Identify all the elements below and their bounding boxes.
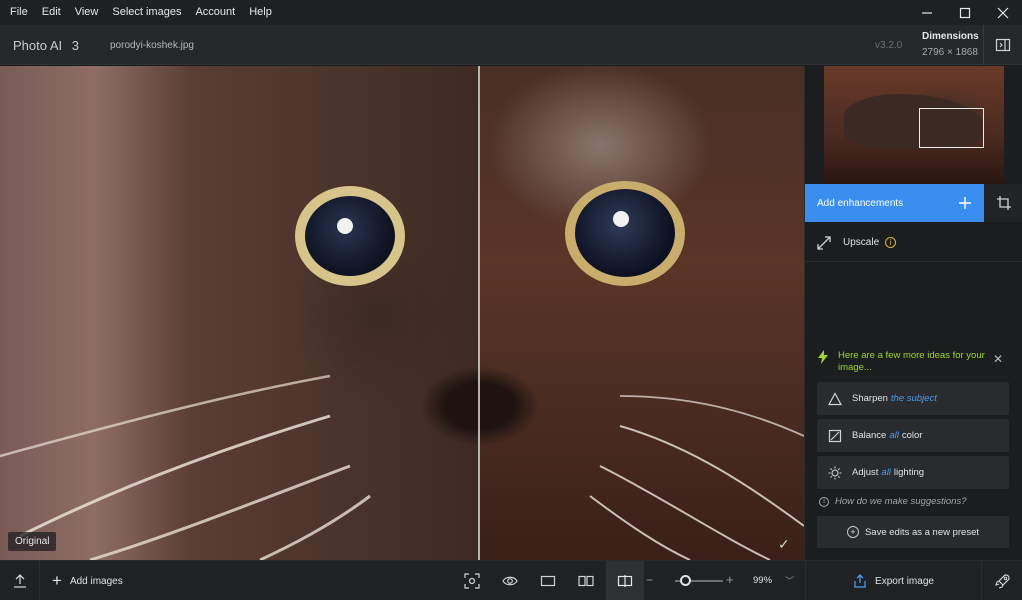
add-enhancements-label: Add enhancements (817, 197, 904, 209)
app-title-version: 3 (71, 38, 80, 53)
single-view-button[interactable] (529, 561, 567, 600)
panel-toggle-button[interactable] (983, 25, 1022, 65)
side-by-side-icon (578, 575, 594, 587)
menu-bar: File Edit View Select images Account Hel… (0, 0, 1022, 25)
plus-icon: + (52, 571, 62, 590)
crop-icon (996, 196, 1011, 210)
sun-icon (828, 466, 842, 480)
ideas-close-icon[interactable]: ✕ (993, 352, 1003, 366)
zoom-value[interactable]: 99% (753, 575, 772, 586)
close-icon (997, 7, 1009, 18)
expand-arrows-icon (817, 235, 831, 250)
right-panel: Add enhancements Upscale i Here are a fe… (804, 66, 1022, 560)
minimize-icon (922, 11, 932, 14)
menu-select-images[interactable]: Select images (105, 0, 188, 25)
plus-circle-icon: + (846, 526, 859, 538)
export-image-button[interactable]: Export image (805, 561, 982, 600)
preview-toggle-button[interactable] (491, 561, 529, 600)
original-badge: Original (8, 532, 57, 551)
zoom-in-icon[interactable]: + (726, 572, 734, 587)
suggestion-verb: Balance (852, 430, 887, 441)
minimize-button[interactable] (908, 0, 946, 25)
dimensions-value: 2796 × 1868 (922, 47, 978, 58)
cat-whiskers (0, 374, 804, 560)
crop-button[interactable] (984, 184, 1022, 222)
suggestion-balance[interactable]: Balance all color (817, 419, 1009, 452)
upscale-label: Upscale (843, 237, 880, 248)
menu-view[interactable]: View (68, 0, 106, 25)
eye-icon (502, 576, 518, 586)
plus-icon (959, 197, 971, 209)
ideas-text: Here are a few more ideas for your image… (838, 350, 985, 373)
menu-account[interactable]: Account (188, 0, 242, 25)
zoom-out-icon[interactable]: − (646, 573, 653, 587)
how-suggestions-text: How do we make suggestions? (835, 496, 967, 507)
export-icon (854, 574, 866, 588)
add-images-button[interactable]: + Add images (52, 561, 123, 600)
upload-button[interactable] (0, 561, 40, 600)
save-preset-button[interactable]: + Save edits as a new preset (817, 516, 1009, 548)
upload-icon (13, 574, 26, 588)
select-subject-button[interactable] (453, 561, 491, 600)
single-view-icon (540, 575, 556, 587)
suggestion-lighting[interactable]: Adjust all lighting (817, 456, 1009, 489)
info-icon: i (819, 496, 829, 507)
export-image-label: Export image (875, 575, 934, 587)
app-title-name: Photo AI (13, 38, 63, 53)
navigator-viewport-box[interactable] (919, 108, 984, 148)
chevron-down-icon[interactable]: ﹀ (785, 574, 794, 587)
suggestion-highlight: the subject (890, 393, 937, 404)
add-images-label: Add images (69, 575, 123, 587)
rocket-icon (994, 574, 1010, 589)
app-header: Photo AI 3 porodyi-koshek.jpg v3.2.0 Dim… (0, 25, 1022, 65)
suggestion-rest: lighting (893, 467, 925, 478)
bottom-toolbar: + Add images − + 99% ﹀ Export image (0, 560, 1022, 600)
panel-toggle-icon (995, 38, 1011, 52)
suggestion-highlight: all (881, 467, 891, 478)
split-view-button[interactable] (606, 561, 644, 600)
suggestion-highlight: all (889, 430, 899, 441)
suggestion-verb: Sharpen (852, 393, 888, 404)
triangle-icon (828, 391, 842, 406)
image-canvas[interactable]: Original ✓ (0, 66, 804, 560)
dimensions-label: Dimensions (922, 31, 979, 42)
focus-frame-icon (464, 573, 480, 589)
lightning-icon (818, 350, 828, 364)
app-title: Photo AI 3 (13, 38, 79, 53)
file-name: porodyi-koshek.jpg (110, 40, 194, 51)
add-enhancements-button[interactable]: Add enhancements (805, 184, 984, 222)
upscale-row[interactable]: Upscale i (805, 224, 1022, 262)
split-view-icon (617, 575, 633, 587)
comparison-split-handle[interactable] (478, 66, 480, 560)
menu-edit[interactable]: Edit (35, 0, 68, 25)
suggestion-sharpen[interactable]: Sharpen the subject (817, 382, 1009, 415)
color-balance-icon (828, 429, 842, 443)
menu-help[interactable]: Help (242, 0, 279, 25)
maximize-button[interactable] (946, 0, 984, 25)
save-preset-label: Save edits as a new preset (864, 526, 980, 538)
zoom-slider-knob[interactable] (680, 575, 692, 586)
suggestion-rest: color (901, 430, 923, 441)
navigator-thumbnail[interactable] (824, 66, 1004, 184)
side-by-side-button[interactable] (567, 561, 605, 600)
menu-file[interactable]: File (0, 0, 35, 25)
app-version: v3.2.0 (875, 40, 903, 51)
suggestion-verb: Adjust (852, 467, 879, 478)
info-icon[interactable]: i (885, 237, 897, 248)
settings-button[interactable] (983, 561, 1022, 600)
checkmark-icon: ✓ (778, 536, 790, 552)
maximize-icon (959, 7, 971, 18)
close-window-button[interactable] (984, 0, 1022, 25)
how-suggestions-link[interactable]: i How do we make suggestions? (819, 496, 967, 507)
